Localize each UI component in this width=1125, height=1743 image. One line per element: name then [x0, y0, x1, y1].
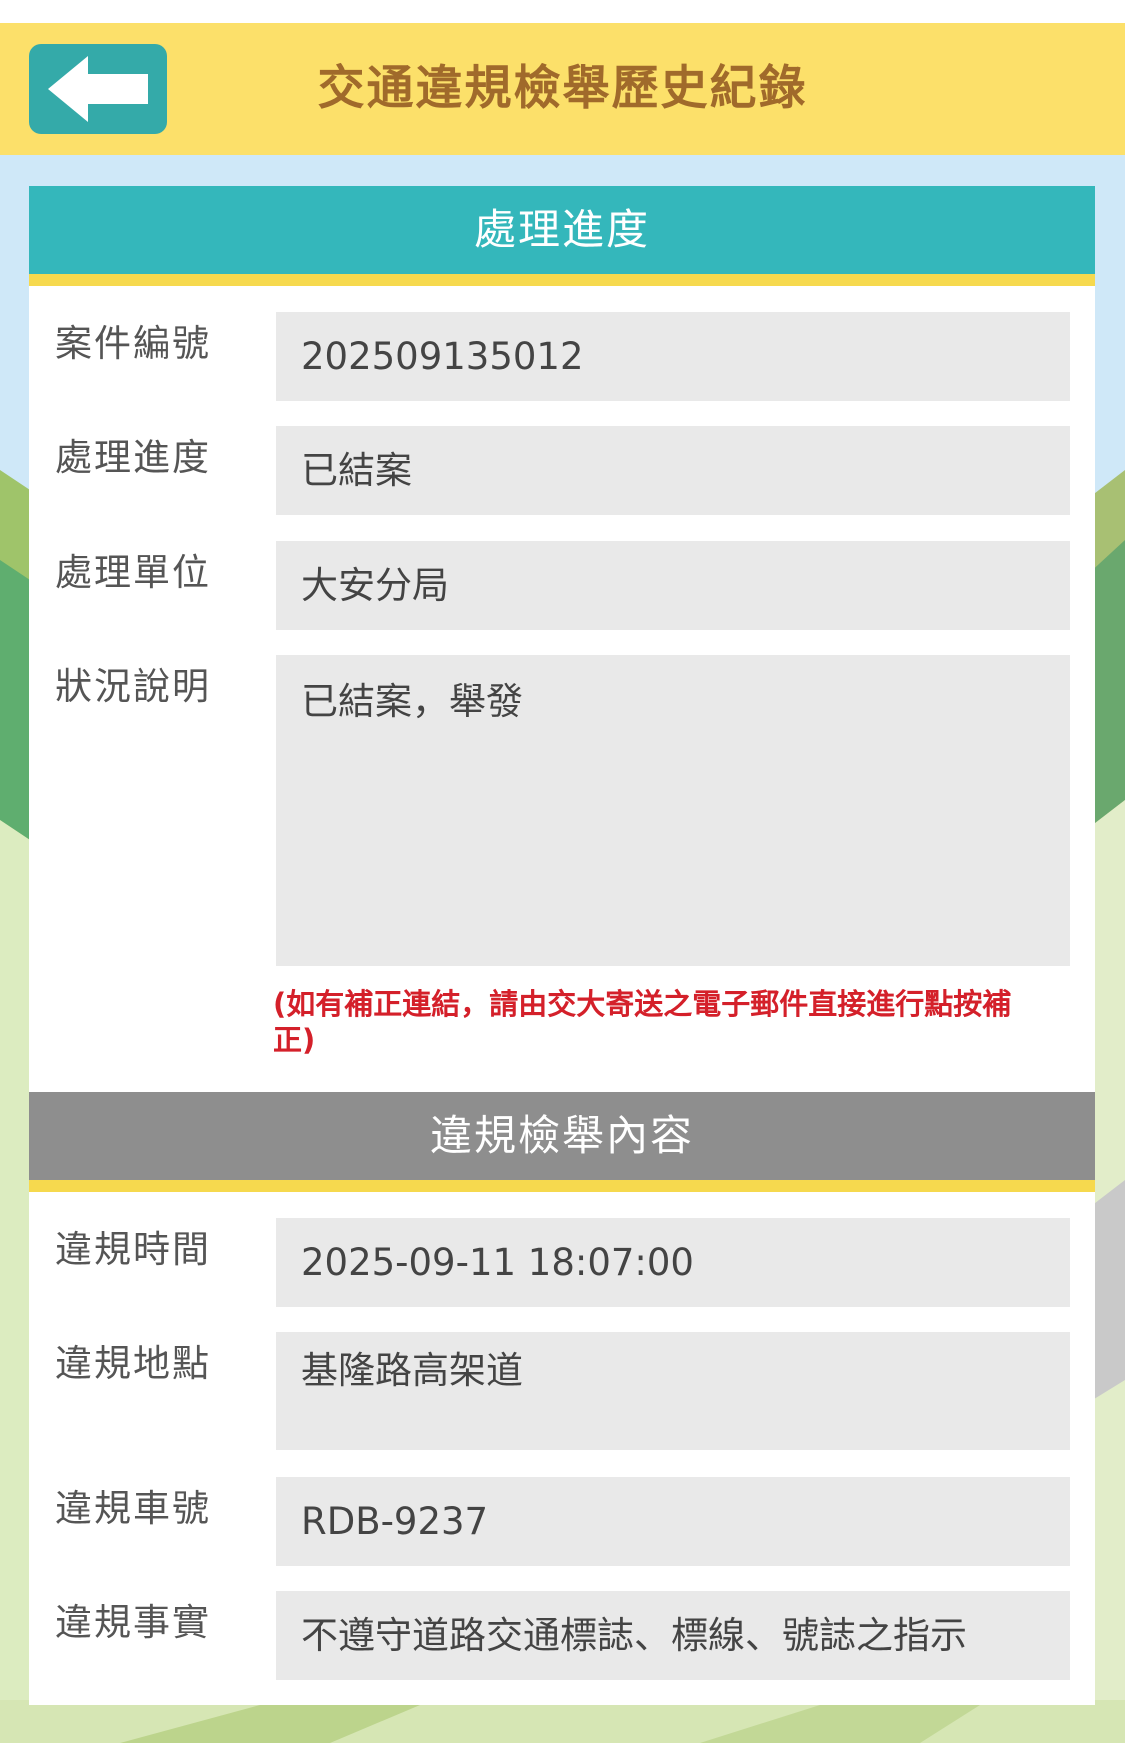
unit-label: 處理單位	[55, 551, 211, 594]
back-button[interactable]	[29, 44, 167, 134]
record-card: 處理進度 案件編號 202509135012 處理進度 已結案 處理單位 大安分…	[29, 186, 1095, 1705]
status-strip	[0, 0, 1125, 23]
violation-location-field: 基隆路高架道	[276, 1332, 1070, 1450]
app-header: 交通違規檢舉歷史紀錄	[0, 23, 1125, 155]
arrow-left-icon	[48, 56, 148, 122]
content-section-stripe	[29, 1180, 1095, 1192]
plate-number-label: 違規車號	[55, 1487, 211, 1530]
progress-field: 已結案	[276, 426, 1070, 515]
unit-field: 大安分局	[276, 541, 1070, 630]
violation-fact-label: 違規事實	[55, 1601, 211, 1644]
correction-note: (如有補正連結，請由交大寄送之電子郵件直接進行點按補正)	[273, 987, 1012, 1057]
progress-section-stripe	[29, 274, 1095, 286]
violation-fact-field: 不遵守道路交通標誌、標線、號誌之指示	[276, 1591, 1070, 1680]
status-description-field: 已結案，舉發	[276, 655, 1070, 966]
progress-section-header: 處理進度	[29, 186, 1095, 274]
violation-time-field: 2025-09-11 18:07:00	[276, 1218, 1070, 1307]
violation-time-label: 違規時間	[55, 1228, 211, 1271]
page-title: 交通違規檢舉歷史紀錄	[317, 61, 808, 116]
progress-label: 處理進度	[55, 436, 211, 479]
case-number-field: 202509135012	[276, 312, 1070, 401]
violation-location-label: 違規地點	[55, 1342, 211, 1385]
case-number-label: 案件編號	[55, 322, 211, 365]
plate-number-field: RDB-9237	[276, 1477, 1070, 1566]
content-section-header: 違規檢舉內容	[29, 1092, 1095, 1180]
status-description-label: 狀況說明	[55, 665, 211, 708]
